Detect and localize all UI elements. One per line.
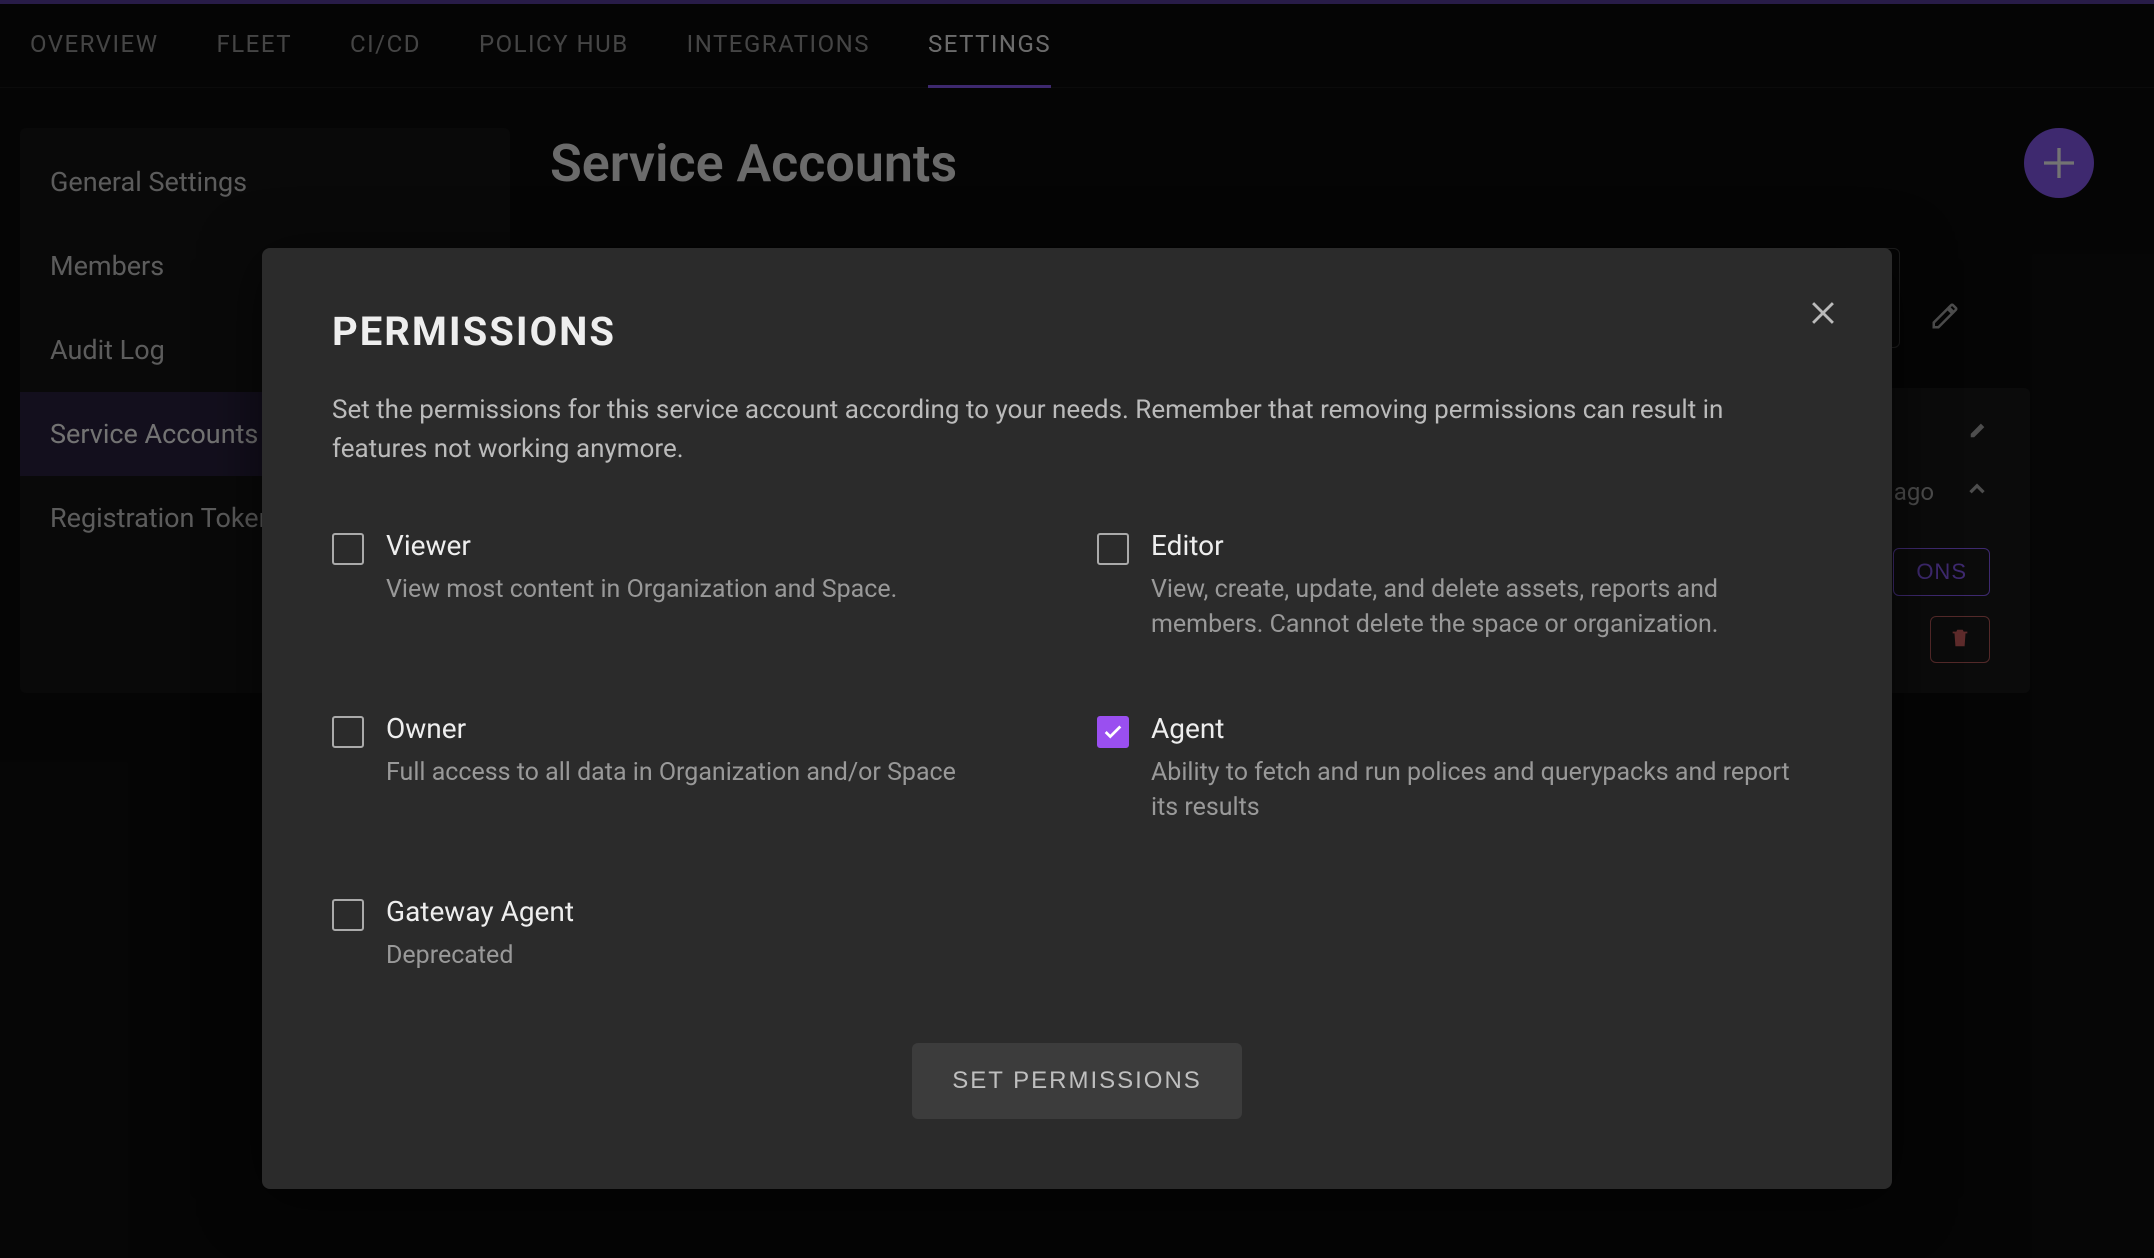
permission-desc: Deprecated	[386, 938, 574, 973]
checkbox-agent[interactable]	[1097, 716, 1129, 748]
permission-owner: Owner Full access to all data in Organiz…	[332, 712, 1057, 825]
set-permissions-button[interactable]: SET PERMISSIONS	[912, 1043, 1242, 1119]
permission-label: Owner	[386, 712, 956, 745]
permission-agent: Agent Ability to fetch and run polices a…	[1097, 712, 1822, 825]
checkbox-editor[interactable]	[1097, 533, 1129, 565]
permission-gateway-agent: Gateway Agent Deprecated	[332, 895, 1057, 973]
close-icon	[1806, 296, 1840, 330]
permission-label: Viewer	[386, 529, 897, 562]
permission-editor: Editor View, create, update, and delete …	[1097, 529, 1822, 642]
close-button[interactable]	[1806, 296, 1840, 334]
permission-label: Agent	[1151, 712, 1791, 745]
permission-desc: View most content in Organization and Sp…	[386, 572, 897, 607]
modal-title: PERMISSIONS	[332, 308, 1822, 355]
permission-viewer: Viewer View most content in Organization…	[332, 529, 1057, 642]
permission-desc: View, create, update, and delete assets,…	[1151, 572, 1791, 642]
permission-desc: Full access to all data in Organization …	[386, 755, 956, 790]
checkbox-viewer[interactable]	[332, 533, 364, 565]
permission-label: Editor	[1151, 529, 1791, 562]
permission-label: Gateway Agent	[386, 895, 574, 928]
check-icon	[1102, 721, 1124, 743]
modal-description: Set the permissions for this service acc…	[332, 391, 1752, 469]
checkbox-gateway-agent[interactable]	[332, 899, 364, 931]
checkbox-owner[interactable]	[332, 716, 364, 748]
permission-desc: Ability to fetch and run polices and que…	[1151, 755, 1791, 825]
permissions-modal: PERMISSIONS Set the permissions for this…	[262, 248, 1892, 1189]
modal-overlay[interactable]: PERMISSIONS Set the permissions for this…	[0, 0, 2154, 1258]
